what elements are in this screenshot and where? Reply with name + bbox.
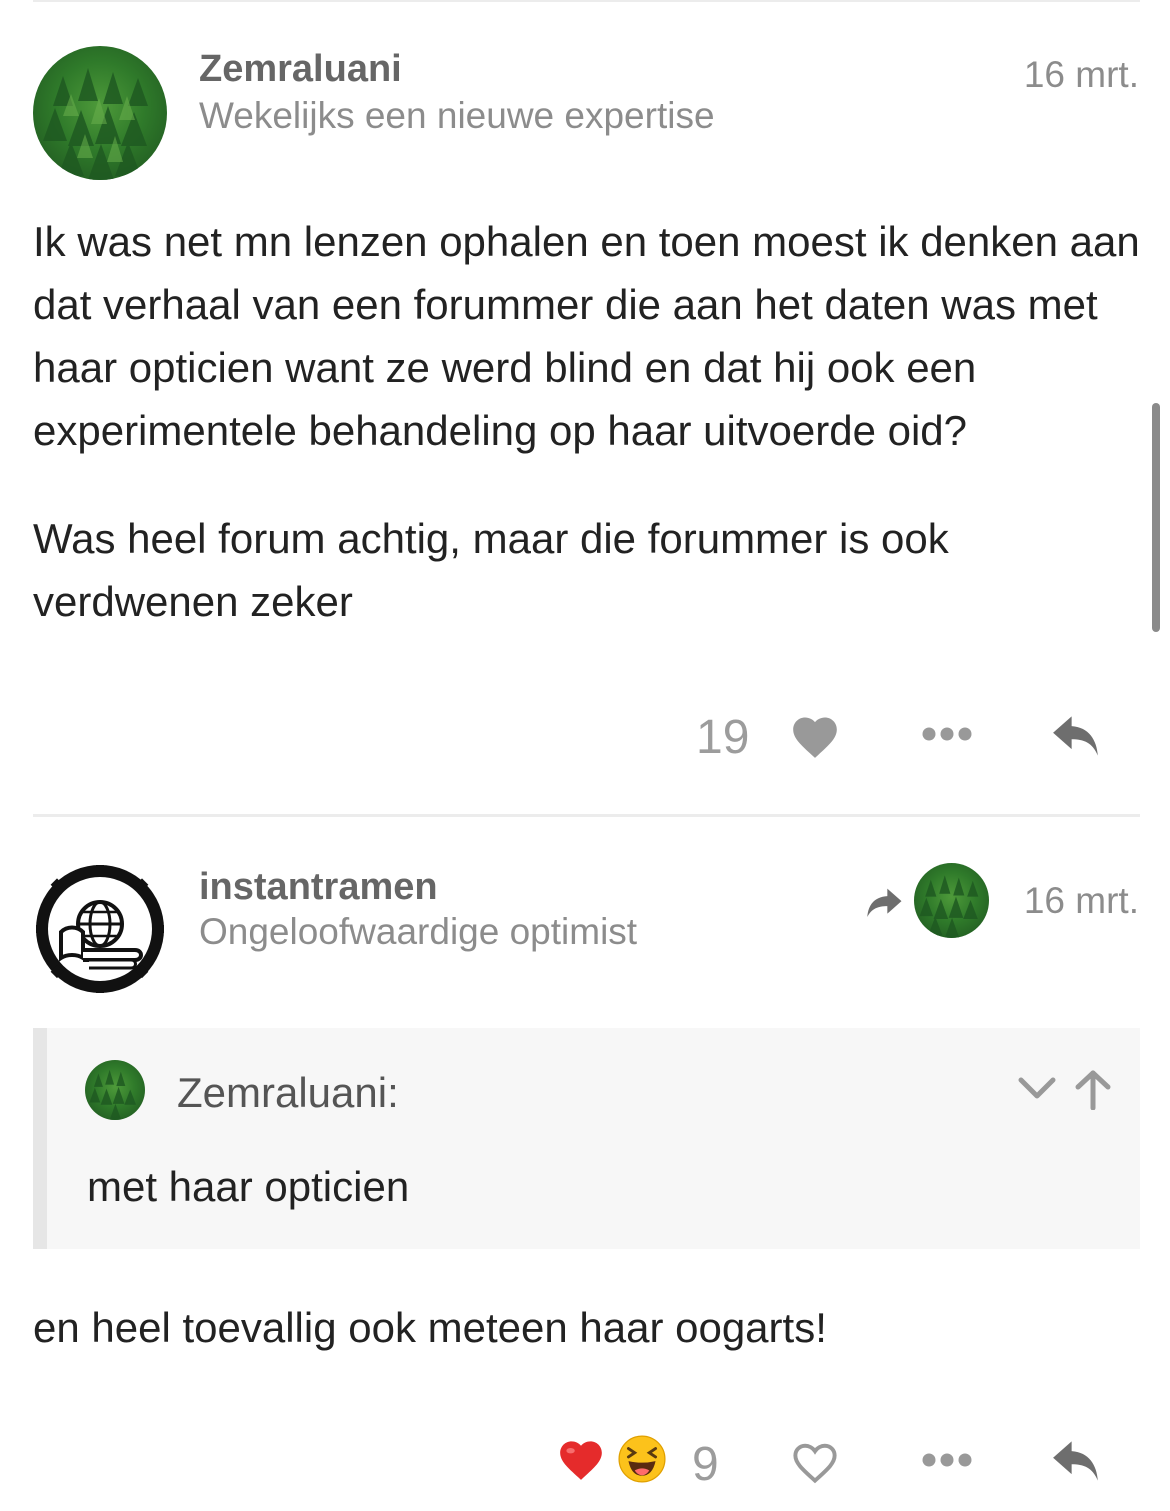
reply-icon[interactable] xyxy=(1049,1437,1103,1485)
post-date[interactable]: 16 mrt. xyxy=(1024,54,1139,96)
chevron-down-icon[interactable] xyxy=(1017,1076,1057,1102)
reply-to-avatar[interactable] xyxy=(914,863,989,938)
laughing-face-icon xyxy=(618,1435,666,1483)
reaction-heart-emoji[interactable] xyxy=(556,1435,606,1488)
user-title: Wekelijks een nieuwe expertise xyxy=(199,95,715,136)
scrollbar[interactable] xyxy=(1152,403,1160,632)
post-date[interactable]: 16 mrt. xyxy=(1024,880,1139,922)
avatar[interactable] xyxy=(33,862,167,996)
ellipsis-icon[interactable] xyxy=(921,1452,973,1468)
post-1: Zemraluani Wekelijks een nieuwe expertis… xyxy=(0,0,1170,815)
post-body: Ik was net mn lenzen ophalen en toen moe… xyxy=(33,210,1143,633)
quote-username[interactable]: Zemraluani: xyxy=(177,1069,399,1117)
user-title: Ongeloofwaardige optimist xyxy=(199,911,638,952)
heart-outline-icon[interactable] xyxy=(788,1437,842,1485)
quote-avatar[interactable] xyxy=(85,1060,145,1120)
like-count[interactable]: 19 xyxy=(696,710,749,765)
post-paragraph: Ik was net mn lenzen ophalen en toen moe… xyxy=(33,218,1140,454)
ellipsis-icon[interactable] xyxy=(921,726,973,742)
globe-hand-avatar-image xyxy=(36,865,164,993)
post-divider xyxy=(33,814,1140,817)
username[interactable]: instantramen xyxy=(199,866,438,909)
forest-avatar-image xyxy=(43,68,148,180)
forest-avatar-image xyxy=(89,1069,137,1120)
post-paragraph: Was heel forum achtig, maar die forummer… xyxy=(33,515,949,625)
heart-icon[interactable] xyxy=(788,711,842,759)
reaction-count[interactable]: 9 xyxy=(692,1437,719,1492)
reaction-laughing-emoji[interactable] xyxy=(617,1434,667,1491)
post-body: en heel toevallig ook meteen haar oogart… xyxy=(33,1304,827,1351)
arrow-up-icon[interactable] xyxy=(1073,1068,1113,1110)
reply-arrow-icon[interactable] xyxy=(864,885,904,919)
forest-avatar-image xyxy=(919,875,979,938)
username[interactable]: Zemraluani xyxy=(199,48,402,91)
avatar[interactable] xyxy=(33,46,167,180)
quote-block: Zemraluani: met haar opticien xyxy=(33,1028,1140,1249)
quote-text: met haar opticien xyxy=(87,1163,410,1210)
red-heart-icon xyxy=(560,1441,602,1480)
reply-icon[interactable] xyxy=(1049,712,1103,760)
